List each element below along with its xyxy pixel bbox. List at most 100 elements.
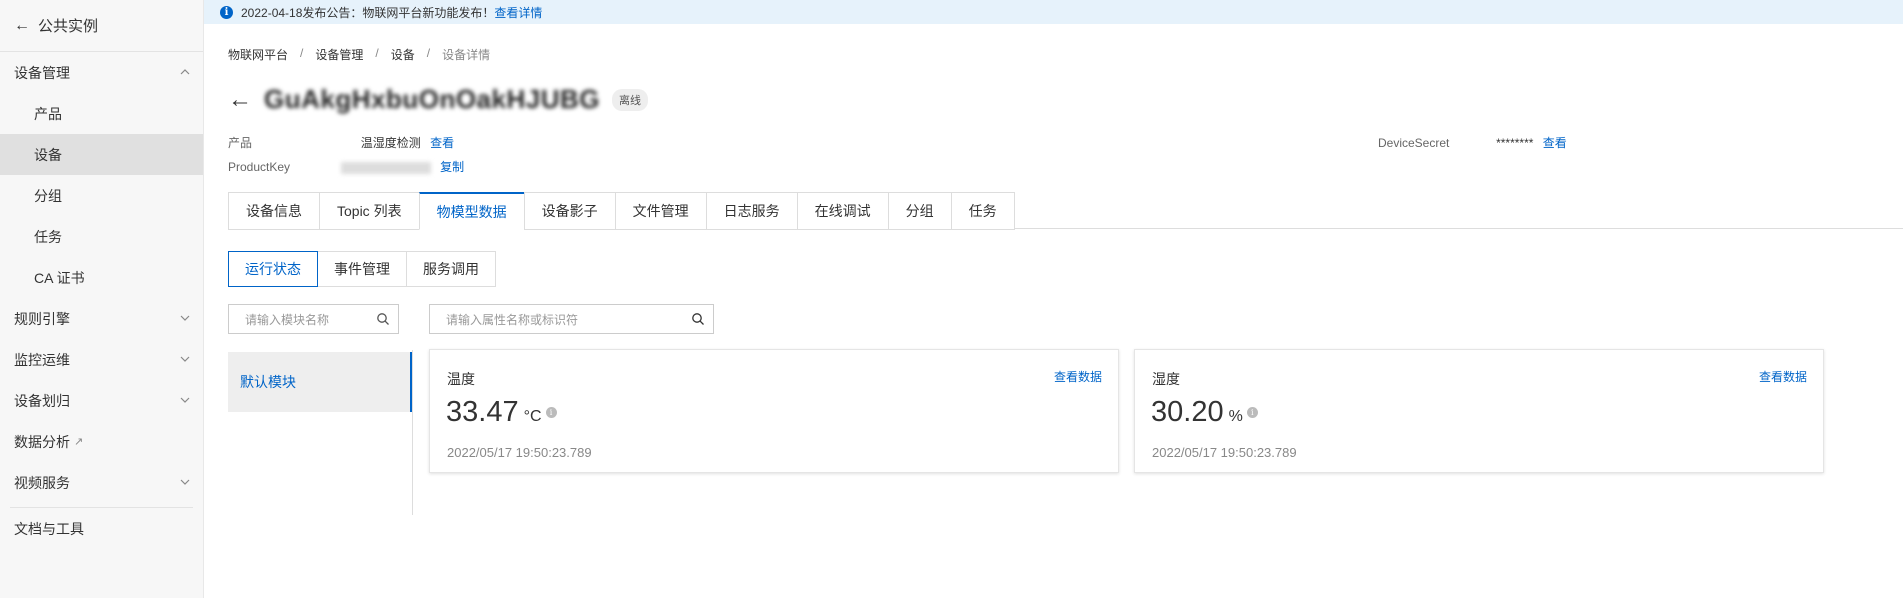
chevron-down-icon: [180, 315, 190, 321]
list-item[interactable]: 默认模块: [228, 352, 412, 412]
tab-device-shadow[interactable]: 设备影子: [523, 192, 615, 230]
devicesecret-view-link[interactable]: 查看: [1543, 136, 1567, 150]
tab-file-management[interactable]: 文件管理: [614, 192, 706, 230]
announcement-link[interactable]: 查看详情: [494, 4, 542, 21]
subtab-service-invoke[interactable]: 服务调用: [406, 251, 496, 287]
sidebar-item-label: 视频服务: [14, 474, 70, 491]
breadcrumb-current: 设备详情: [442, 48, 491, 62]
arrow-left-icon: ←: [14, 16, 30, 34]
module-search-input[interactable]: 请输入模块名称: [228, 304, 399, 334]
devicesecret-label: DeviceSecret: [1378, 136, 1450, 150]
search-icon[interactable]: [691, 312, 705, 326]
product-value: 温湿度检测: [360, 136, 421, 150]
chevron-down-icon: [180, 397, 190, 403]
sidebar-item-label: 数据分析: [14, 433, 70, 450]
productkey-label: ProductKey: [228, 160, 291, 174]
chevron-up-icon: [180, 69, 190, 75]
status-badge: 离线: [612, 88, 648, 111]
sidebar-item-data-analysis[interactable]: 数据分析 ↗: [0, 421, 203, 462]
sidebar-item-video-service[interactable]: 视频服务: [0, 462, 203, 503]
announcement-bar: i 2022-04-18发布公告：物联网平台新功能发布！ 查看详情: [204, 0, 1903, 24]
sidebar-item-device-assignment[interactable]: 设备划归: [0, 380, 203, 421]
tab-log-service[interactable]: 日志服务: [705, 192, 797, 230]
productkey-copy-link[interactable]: 复制: [440, 160, 464, 174]
breadcrumb-separator: /: [426, 46, 431, 60]
productkey-value-redacted: [340, 161, 431, 174]
sidebar-item-monitoring[interactable]: 监控运维: [0, 339, 203, 380]
devicesecret-value: ********: [1496, 136, 1534, 150]
property-value-row: 33.47 °C i: [446, 396, 557, 429]
product-row: 产品 温湿度检测 查看: [228, 134, 454, 151]
data-subtabs: 运行状态 事件管理 服务调用: [228, 251, 496, 287]
property-search-placeholder: 请输入属性名称或标识符: [446, 312, 579, 327]
back-arrow-icon[interactable]: ←: [228, 87, 252, 112]
sidebar-item-label: 分组: [34, 187, 62, 204]
sidebar-item-label: 产品: [34, 105, 62, 122]
breadcrumb-separator: /: [375, 46, 379, 60]
property-unit: %: [1228, 408, 1243, 425]
sidebar: ← 公共实例 设备管理 产品 设备 分组 任务 CA 证书 规则引擎 监控运维 …: [0, 0, 204, 598]
device-name: GuAkgHxbuOnOakHJUBG: [264, 84, 600, 114]
sidebar-item-ca-cert[interactable]: CA 证书: [0, 257, 203, 298]
sidebar-item-label: 规则引擎: [14, 310, 70, 327]
sidebar-item-label: 任务: [34, 228, 62, 245]
tab-task[interactable]: 任务: [950, 192, 1015, 230]
property-value: 33.47: [446, 396, 519, 428]
chevron-down-icon: [180, 356, 190, 362]
view-data-link[interactable]: 查看数据: [1759, 368, 1807, 385]
product-label: 产品: [228, 136, 253, 150]
productkey-row: ProductKey 复制: [228, 158, 464, 175]
subtab-runtime-status[interactable]: 运行状态: [228, 251, 318, 287]
property-name: 温度: [447, 371, 475, 387]
info-icon: i: [220, 5, 233, 19]
back-to-instances[interactable]: ← 公共实例: [0, 0, 203, 52]
tab-online-debug[interactable]: 在线调试: [796, 192, 888, 230]
sidebar-item-device[interactable]: 设备: [0, 134, 203, 175]
breadcrumb-separator: /: [300, 46, 304, 60]
detail-tabs: 设备信息 Topic 列表 物模型数据 设备影子 文件管理 日志服务 在线调试 …: [228, 192, 1903, 230]
product-view-link[interactable]: 查看: [430, 136, 454, 150]
sidebar-item-label: 设备划归: [14, 392, 70, 409]
property-card-temperature: 温度 查看数据 33.47 °C i 2022/05/17 19:50:23.7…: [429, 349, 1119, 473]
property-value: 30.20: [1151, 396, 1224, 428]
sidebar-item-product[interactable]: 产品: [0, 93, 203, 134]
subtab-event-management[interactable]: 事件管理: [317, 251, 407, 287]
property-search-input[interactable]: 请输入属性名称或标识符: [429, 304, 714, 334]
property-timestamp: 2022/05/17 19:50:23.789: [447, 445, 592, 460]
search-icon[interactable]: [376, 312, 390, 326]
page-title-row: ← GuAkgHxbuOnOakHJUBG 离线: [228, 84, 648, 115]
announcement-text: 2022-04-18发布公告：物联网平台新功能发布！: [241, 5, 495, 20]
back-label: 公共实例: [38, 18, 99, 35]
sidebar-item-label: CA 证书: [34, 269, 85, 286]
sidebar-item-docs-tools[interactable]: 文档与工具: [0, 508, 203, 549]
devicesecret-row: DeviceSecret ******** 查看: [1378, 134, 1567, 151]
sidebar-item-rule-engine[interactable]: 规则引擎: [0, 298, 203, 339]
tab-group[interactable]: 分组: [887, 192, 951, 230]
tab-device-info[interactable]: 设备信息: [228, 192, 319, 230]
property-value-row: 30.20 % i: [1151, 396, 1258, 429]
divider: [412, 350, 413, 515]
breadcrumb: 物联网平台 / 设备管理 / 设备 / 设备详情: [228, 46, 490, 63]
property-name: 湿度: [1152, 371, 1180, 387]
sidebar-item-task[interactable]: 任务: [0, 216, 203, 257]
breadcrumb-item[interactable]: 设备管理: [315, 46, 363, 63]
sidebar-item-label: 监控运维: [14, 351, 70, 368]
sidebar-item-label: 设备管理: [14, 64, 70, 81]
tab-thing-model-data[interactable]: 物模型数据: [418, 192, 524, 230]
module-list: 默认模块: [228, 352, 414, 412]
tab-topic-list[interactable]: Topic 列表: [319, 192, 419, 230]
breadcrumb-item[interactable]: 设备: [391, 46, 415, 63]
sidebar-item-device-management[interactable]: 设备管理: [0, 52, 203, 93]
property-card-humidity: 湿度 查看数据 30.20 % i 2022/05/17 19:50:23.78…: [1134, 349, 1824, 473]
sidebar-item-group[interactable]: 分组: [0, 175, 203, 216]
sidebar-item-label: 文档与工具: [14, 520, 84, 537]
breadcrumb-item[interactable]: 物联网平台: [228, 46, 288, 63]
property-timestamp: 2022/05/17 19:50:23.789: [1152, 445, 1297, 460]
chevron-down-icon: [180, 479, 190, 485]
property-unit: °C: [523, 408, 542, 425]
info-icon[interactable]: i: [545, 407, 557, 418]
view-data-link[interactable]: 查看数据: [1054, 368, 1102, 385]
info-icon[interactable]: i: [1246, 407, 1258, 418]
external-link-icon: ↗: [74, 436, 84, 448]
sidebar-item-label: 设备: [34, 146, 62, 163]
